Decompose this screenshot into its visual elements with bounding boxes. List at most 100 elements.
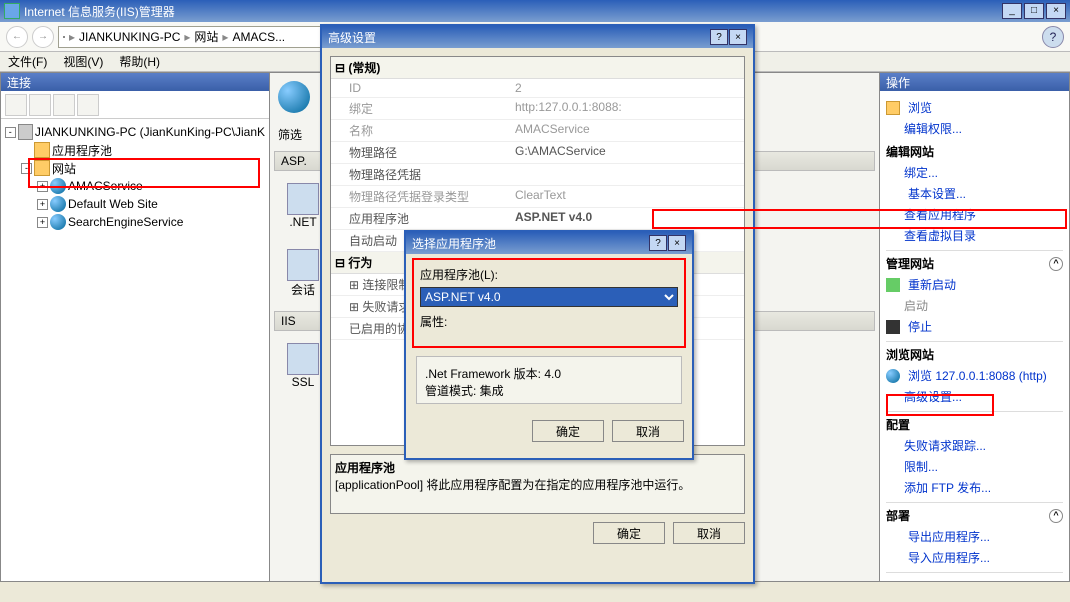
tb-3[interactable] [53, 94, 75, 116]
collapse-icon[interactable]: ^ [1049, 257, 1063, 271]
menu-view[interactable]: 视图(V) [63, 53, 103, 70]
crumb-sites[interactable]: 网站 [194, 28, 218, 45]
window-title: Internet 信息服务(IIS)管理器 [24, 3, 175, 20]
filter-label: 筛选 [278, 126, 302, 143]
tree-site-search[interactable]: +SearchEngineService [5, 213, 265, 231]
pg-credtype-key: 物理路径凭据登录类型 [331, 186, 511, 207]
action-viewapp[interactable]: 查看应用程序 [886, 204, 1063, 225]
dlg2-titlebar: 选择应用程序池 ?× [406, 232, 692, 254]
pg-pool-val[interactable]: ASP.NET v4.0 [511, 208, 744, 229]
dlg1-cancel[interactable]: 取消 [673, 522, 745, 544]
tb-1[interactable] [5, 94, 27, 116]
iis-icon [4, 3, 20, 19]
connections-toolbar [1, 91, 269, 119]
tree-apppool[interactable]: 应用程序池 [5, 141, 265, 159]
group-managesite: 管理网站^ [886, 255, 1063, 272]
globe-icon [886, 369, 900, 383]
pg-cred-val[interactable] [511, 164, 744, 185]
crumb-server[interactable]: JIANKUNKING-PC [79, 30, 180, 44]
server-icon [18, 124, 33, 140]
apppool-select[interactable]: ASP.NET v4.0 [420, 287, 678, 307]
group-config: 配置 [886, 416, 1063, 433]
pg-name-key: 名称 [331, 120, 511, 141]
globe-icon [50, 178, 66, 194]
export-icon [886, 530, 900, 544]
action-viewdir[interactable]: 查看虚拟目录 [886, 225, 1063, 246]
connections-header: 连接 [1, 73, 269, 91]
action-failtrace[interactable]: 失败请求跟踪... [886, 435, 1063, 456]
server-icon [63, 36, 65, 38]
collapse-icon[interactable]: ^ [1049, 509, 1063, 523]
connections-panel: 连接 -JIANKUNKING-PC (JianKunKing-PC\JianK… [0, 72, 270, 582]
titlebar: Internet 信息服务(IIS)管理器 _ □ × [0, 0, 1070, 22]
tree-site-default[interactable]: +Default Web Site [5, 195, 265, 213]
action-import[interactable]: 导入应用程序... [886, 547, 1063, 568]
dlg2-ok[interactable]: 确定 [532, 420, 604, 442]
restart-icon [886, 278, 900, 292]
max-button[interactable]: □ [1024, 3, 1044, 19]
pg-id-key: ID [331, 79, 511, 97]
tree-root[interactable]: -JIANKUNKING-PC (JianKunKing-PC\JianK [5, 123, 265, 141]
tb-2[interactable] [29, 94, 51, 116]
dlg2-title: 选择应用程序池 [412, 235, 496, 252]
action-editperm[interactable]: 编辑权限... [886, 118, 1063, 139]
dlg1-title: 高级设置 [328, 29, 376, 46]
pg-path-key: 物理路径 [331, 142, 511, 163]
import-icon [886, 551, 900, 565]
dlg2-help[interactable]: ? [649, 235, 667, 251]
settings-icon [886, 187, 900, 201]
actions-panel: 操作 浏览 编辑权限... 编辑网站 绑定... 基本设置... 查看应用程序 … [880, 72, 1070, 582]
dlg1-help[interactable]: ? [710, 29, 728, 45]
action-restart[interactable]: 重新启动 [886, 274, 1063, 295]
action-browse[interactable]: 浏览 [886, 97, 1063, 118]
action-advanced[interactable]: 高级设置... [886, 386, 1063, 407]
globe-icon [50, 214, 66, 230]
action-stop[interactable]: 停止 [886, 316, 1063, 337]
crumb-site[interactable]: AMACS... [232, 30, 285, 44]
action-export[interactable]: 导出应用程序... [886, 526, 1063, 547]
folder-icon [34, 160, 50, 176]
folder-icon [34, 142, 50, 158]
action-basics[interactable]: 基本设置... [886, 183, 1063, 204]
dlg2-fw: .Net Framework 版本: 4.0 [425, 365, 673, 382]
action-bindings[interactable]: 绑定... [886, 162, 1063, 183]
pg-bind-val[interactable]: http:127.0.0.1:8088: [511, 98, 744, 119]
pg-cat-general[interactable]: ⊟ (常规) [331, 57, 744, 79]
close-button[interactable]: × [1046, 3, 1066, 19]
pg-id-val[interactable]: 2 [511, 79, 744, 97]
desc-title: 应用程序池 [335, 459, 740, 476]
nav-back[interactable]: ← [6, 26, 28, 48]
dlg2-highlight: 应用程序池(L): ASP.NET v4.0 属性: [412, 258, 686, 348]
tree-sites[interactable]: -网站 [5, 159, 265, 177]
help-button[interactable]: ? [1042, 26, 1064, 48]
pg-name-val[interactable]: AMACService [511, 120, 744, 141]
desc-body: [applicationPool] 将此应用程序配置为在指定的应用程序池中运行。 [335, 478, 690, 492]
menu-file[interactable]: 文件(F) [8, 53, 47, 70]
dlg2-attr: 属性: [420, 313, 678, 330]
group-deploy: 部署^ [886, 507, 1063, 524]
pg-cred-key: 物理路径凭据 [331, 164, 511, 185]
dlg2-label: 应用程序池(L): [420, 266, 678, 283]
action-addftp[interactable]: 添加 FTP 发布... [886, 477, 1063, 498]
dlg2-info: .Net Framework 版本: 4.0 管道模式: 集成 [416, 356, 682, 404]
action-limits[interactable]: 限制... [886, 456, 1063, 477]
min-button[interactable]: _ [1002, 3, 1022, 19]
group-browsesite: 浏览网站 [886, 346, 1063, 363]
dlg1-titlebar: 高级设置 ?× [322, 26, 753, 48]
pg-path-val[interactable]: G:\AMACService [511, 142, 744, 163]
action-browseurl[interactable]: 浏览 127.0.0.1:8088 (http) [886, 365, 1063, 386]
tb-4[interactable] [77, 94, 99, 116]
dlg1-close[interactable]: × [729, 29, 747, 45]
dlg2-close[interactable]: × [668, 235, 686, 251]
menu-help[interactable]: 帮助(H) [119, 53, 160, 70]
tree-site-amac[interactable]: +AMACService [5, 177, 265, 195]
site-icon [278, 81, 310, 113]
pg-credtype-val[interactable]: ClearText [511, 186, 744, 207]
globe-icon [50, 196, 66, 212]
select-apppool-dialog: 选择应用程序池 ?× 应用程序池(L): ASP.NET v4.0 属性: .N… [404, 230, 694, 460]
dlg1-ok[interactable]: 确定 [593, 522, 665, 544]
pg-pool-key: 应用程序池 [331, 208, 511, 229]
dlg2-cancel[interactable]: 取消 [612, 420, 684, 442]
nav-fwd[interactable]: → [32, 26, 54, 48]
group-editsite: 编辑网站 [886, 143, 1063, 160]
